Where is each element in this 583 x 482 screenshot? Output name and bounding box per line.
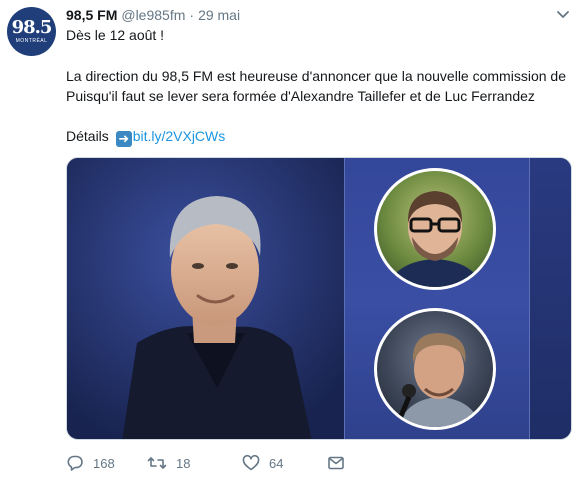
tweet-date[interactable]: 29 mai — [198, 7, 240, 23]
arrow-right-emoji: ➜ — [115, 131, 132, 147]
avatar[interactable]: 98.5 MONTRÉAL — [7, 7, 56, 56]
portrait-circle-top — [374, 168, 496, 290]
caret-down-icon[interactable] — [555, 9, 571, 21]
avatar-logo-text: 98.5 — [11, 17, 53, 38]
tweet-media-image[interactable] — [66, 157, 572, 440]
like-icon — [242, 454, 260, 472]
tweet-actions: 168 18 64 — [66, 453, 345, 473]
like-button[interactable]: 64 — [242, 454, 327, 472]
media-right-panel — [530, 158, 571, 439]
reply-icon — [66, 454, 84, 472]
details-label: Détails — [66, 128, 109, 144]
like-count: 64 — [269, 455, 284, 471]
tweet-text-body: La direction du 98,5 FM est heureuse d'a… — [66, 68, 566, 104]
reply-button[interactable]: 168 — [66, 454, 131, 472]
tweet-text-line1: Dès le 12 août ! — [66, 27, 165, 43]
retweet-icon — [147, 454, 167, 472]
tweet-header: 98,5 FM @le985fm · 29 mai — [66, 6, 240, 24]
tweet-details: Détails ➜ bit.ly/2VXjCWs — [66, 126, 571, 147]
message-button[interactable] — [327, 454, 345, 472]
retweet-button[interactable]: 18 — [147, 454, 242, 472]
retweet-count: 18 — [176, 455, 191, 471]
avatar-logo-subtext: MONTRÉAL — [15, 38, 48, 44]
portrait-circle-bottom — [374, 308, 496, 430]
tweet[interactable]: 98.5 MONTRÉAL 98,5 FM @le985fm · 29 mai … — [0, 0, 583, 482]
account-handle[interactable]: @le985fm — [121, 7, 185, 23]
reply-count: 168 — [93, 455, 115, 471]
separator-dot: · — [189, 7, 195, 23]
message-icon — [327, 454, 345, 472]
portrait-main-photo — [67, 158, 344, 439]
account-name[interactable]: 98,5 FM — [66, 7, 117, 23]
short-link[interactable]: bit.ly/2VXjCWs — [133, 128, 226, 144]
